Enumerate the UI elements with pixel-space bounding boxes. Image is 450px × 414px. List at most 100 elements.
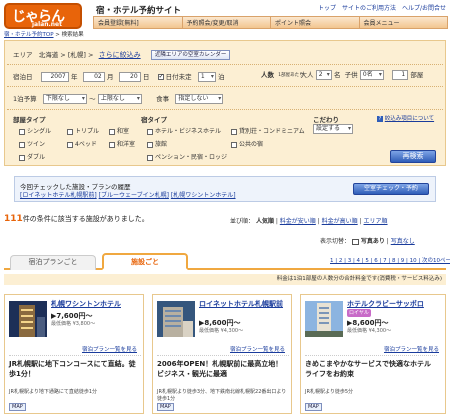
nights-select[interactable]: 1 (197, 72, 216, 82)
map-button[interactable]: MAP (305, 403, 322, 411)
kodawari-select[interactable]: 設定する (313, 124, 353, 134)
hotel-name[interactable]: ホテルクラビーサッポロ ロイヤル (347, 300, 437, 317)
plan-list-link[interactable]: 宿泊プラン一覧を見る (384, 345, 439, 353)
nav-reservation[interactable]: 予約照会/変更/取消 (181, 16, 271, 29)
main-nav: 会員登録[無料] 予約照会/変更/取消 ポイント照会 会員メニュー (93, 16, 448, 29)
history-item[interactable]: [ロイネットホテル札幌駅前] (20, 192, 97, 199)
display-photo: 写真あり (360, 238, 385, 245)
adult-unit: 名 (333, 71, 341, 79)
map-button[interactable]: MAP (9, 403, 26, 411)
help-icon: ? (377, 115, 383, 122)
area-calendar-button[interactable]: 近隣エリアの空室カレンダー (150, 50, 231, 60)
hotel-photo[interactable] (157, 301, 195, 337)
child-label: 子供 (344, 71, 358, 79)
hotel-photo[interactable] (9, 301, 47, 337)
sort-price-asc[interactable]: 料金が安い順 (280, 218, 316, 225)
tab-plan[interactable]: 宿泊プランごと (10, 255, 96, 270)
plan-list-link[interactable]: 宿泊プラン一覧を見る (230, 345, 285, 353)
rooms-unit: 部屋 (410, 71, 424, 79)
room-type-title: 部屋タイプ (13, 116, 46, 124)
budget-min-select[interactable]: 下限なし (42, 94, 87, 104)
sort-area[interactable]: エリア順 (364, 218, 388, 225)
kodawari-help-link[interactable]: 絞込み項目について (385, 116, 434, 122)
inn-type-ryokan[interactable]: 旅館 (147, 139, 167, 148)
kodawari-help[interactable]: ? 絞込み項目について (377, 114, 434, 122)
price-note: 料金は1泊1部屋の人数分の合計料金です(消費税・サービス料込み) (4, 274, 446, 285)
top-link-guide[interactable]: サイトのご利用方法 (342, 3, 396, 12)
child-select[interactable]: 0名 (359, 70, 384, 80)
inn-type-title: 宿タイプ (141, 116, 167, 124)
result-count-text: 件の条件に該当する施設がありました。 (22, 215, 149, 223)
nav-member-menu[interactable]: 会員メニュー (358, 16, 448, 29)
sort-price-desc[interactable]: 料金が高い順 (322, 218, 358, 225)
hotel-photo[interactable] (305, 301, 343, 337)
date-undecided-checkbox[interactable] (157, 74, 164, 80)
hotel-price-value: 8,600円～ (204, 319, 241, 327)
rooms-input[interactable]: 1 (392, 70, 409, 80)
nav-points[interactable]: ポイント照会 (270, 16, 360, 29)
search-panel: エリア 北海道 > [札幌] > さらに絞込み 近隣エリアの空室カレンダー 宿泊… (4, 40, 446, 166)
hotel-name-text[interactable]: ホテルクラビーサッポロ (347, 300, 424, 308)
header: じゃらん jalan.net 宿・ホテル予約サイト PRODUCED BY RE… (0, 0, 450, 40)
inn-type-condo[interactable]: 貸別荘・コンドミニアム (231, 126, 305, 135)
hotel-price-value: 7,600円～ (56, 312, 93, 320)
display-nophoto[interactable]: 写真なし (391, 238, 415, 245)
month-input[interactable]: 02 (82, 72, 105, 82)
top-link-help[interactable]: ヘルプ/お問合せ (402, 3, 446, 12)
display-label: 表示切替： (320, 238, 351, 245)
date-label: 宿泊日 (13, 73, 33, 81)
hotel-name[interactable]: 札幌ワシントンホテル (51, 300, 141, 308)
meal-label: 食事 (156, 95, 170, 103)
area-row: エリア 北海道 > [札幌] > さらに絞込み 近隣エリアの空室カレンダー (13, 49, 231, 60)
display-toggle: 表示切替： 写真あり | 写真なし (320, 238, 415, 245)
room-type-single[interactable]: シングル (19, 126, 51, 135)
research-button[interactable]: 再検索 (390, 150, 436, 163)
area-label: エリア (13, 51, 33, 59)
divider (7, 64, 443, 65)
room-type-double[interactable]: ダブル (19, 152, 45, 161)
hotel-card: ホテルクラビーサッポロ ロイヤル ▶8,600円～ 最低価格 ¥4,300～ 宿… (300, 294, 446, 414)
top-link-home[interactable]: トップ (318, 3, 336, 12)
hotel-min-price: 最低価格 ¥4,300～ (347, 328, 392, 334)
breadcrumb-home[interactable]: 宿・ホテル予約TOP (4, 32, 54, 38)
site-title: 宿・ホテル予約サイト (96, 6, 182, 16)
room-type-twin[interactable]: ツイン (19, 139, 45, 148)
plan-list-link[interactable]: 宿泊プラン一覧を見る (82, 345, 137, 353)
tab-facility[interactable]: 施設ごと (102, 253, 188, 270)
area-value[interactable]: 北海道 > [札幌] > (39, 51, 94, 59)
hotel-catchcopy: 2006年OPEN！札幌駅前に最高立地！ビジネス・観光に最適 (157, 355, 289, 385)
pagination[interactable]: 1 | 2 | 3 | 4 | 5 | 6 | 7 | 8 | 9 | 10 |… (330, 256, 450, 264)
map-button[interactable]: MAP (157, 403, 174, 411)
hotel-catchcopy: きめこまやかなサービスで快適なホテルライフをお約束 (305, 355, 437, 385)
hotel-name[interactable]: ロイネットホテル札幌駅前 (199, 300, 289, 308)
date-row: 宿泊日 2007 年 02 月 20 日 日付未定 1 泊 (13, 71, 225, 82)
room-type-4bed[interactable]: 4ベッド (67, 139, 97, 148)
inn-type-public[interactable]: 公共の宿 (231, 139, 263, 148)
adult-select[interactable]: 2 (315, 70, 332, 80)
room-type-triple[interactable]: トリプル (67, 126, 99, 135)
site-logo[interactable]: じゃらん jalan.net (4, 3, 82, 29)
budget-max-select[interactable]: 上限なし (97, 94, 142, 104)
inn-type-hotel[interactable]: ホテル・ビジネスホテル (147, 126, 221, 135)
history-item[interactable]: [札幌ワシントンホテル] (171, 192, 236, 199)
inn-type-pension[interactable]: ペンション・民宿・ロッジ (147, 152, 227, 161)
hotel-min-price: 最低価格 ¥4,300～ (199, 328, 244, 334)
adult-label: 大人 (300, 71, 314, 79)
year-input[interactable]: 2007 (40, 72, 69, 82)
divider (7, 86, 443, 87)
day-unit: 日 (142, 73, 150, 81)
result-count-number: 111 (4, 214, 23, 224)
meal-select[interactable]: 指定しない (175, 94, 224, 104)
day-input[interactable]: 20 (118, 72, 141, 82)
people-label: 人数 (261, 71, 274, 79)
breadcrumb-current: 検索結果 (61, 32, 84, 38)
vacancy-check-button[interactable]: 空室チェック・予約 (353, 183, 429, 195)
room-type-washitsu[interactable]: 和室 (109, 126, 129, 135)
history-links: [ロイネットホテル札幌駅前] [ブルーウェーブイン札幌] [札幌ワシントンホテル… (20, 190, 236, 199)
room-type-wayoushitsu[interactable]: 和洋室 (109, 139, 135, 148)
history-panel: 今回チェックした施設・プランの履歴 [ロイネットホテル札幌駅前] [ブルーウェー… (14, 176, 436, 202)
budget-label: 1泊予算 (13, 95, 37, 103)
area-narrow-link[interactable]: さらに絞込み (99, 51, 141, 59)
history-item[interactable]: [ブルーウェーブイン札幌] (99, 192, 169, 199)
nav-register[interactable]: 会員登録[無料] (93, 16, 183, 29)
